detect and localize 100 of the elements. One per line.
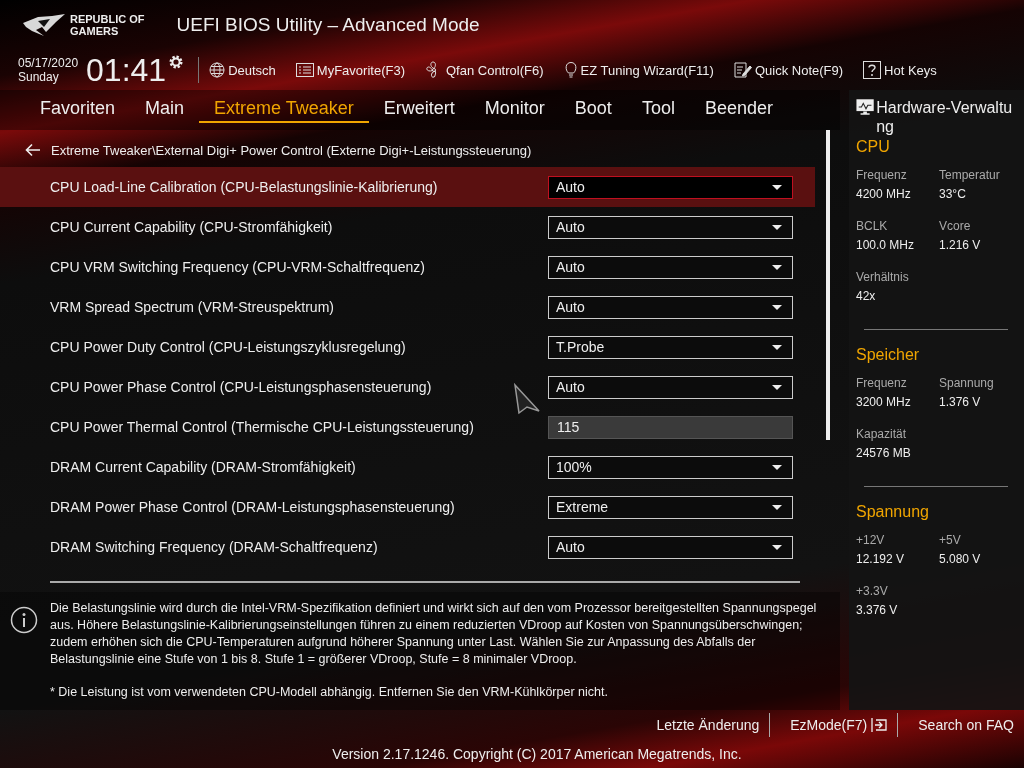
dropdown-field[interactable]: Auto bbox=[548, 535, 793, 559]
dropdown-field[interactable]: Auto bbox=[548, 375, 793, 399]
sensor-label: Frequenz bbox=[856, 168, 908, 182]
section-title: Spannung bbox=[856, 503, 930, 521]
setting-label: CPU Power Thermal Control (Thermische CPU-Leistungssteuerung) bbox=[50, 419, 474, 435]
setting-row[interactable]: CPU Power Phase Control (CPU-Leistungsphasensteuerung) Auto bbox=[0, 367, 815, 407]
scrollbar[interactable] bbox=[826, 130, 830, 440]
footer-link[interactable]: Letzte Änderung bbox=[636, 717, 770, 733]
toolbar-button[interactable]: EZ Tuning Wizard(F11) bbox=[563, 61, 714, 79]
exit-icon bbox=[871, 717, 888, 733]
setting-label: CPU Power Phase Control (CPU-Leistungsphasensteuerung) bbox=[50, 379, 432, 395]
setting-row[interactable]: DRAM Power Phase Control (DRAM-Leistungsphasensteuerung) Extreme bbox=[0, 487, 815, 527]
menu-tab[interactable]: Boot bbox=[559, 97, 627, 123]
sensor-value: 1.216 V bbox=[939, 238, 982, 252]
dropdown-field[interactable]: Auto bbox=[548, 295, 793, 319]
sensor-label: Verhältnis bbox=[856, 270, 910, 284]
sensor-value: 3200 MHz bbox=[856, 395, 912, 409]
caret-icon bbox=[772, 184, 782, 190]
footer-link[interactable]: Search on FAQ bbox=[898, 717, 1024, 733]
sensor-value: 4200 MHz bbox=[856, 187, 912, 201]
caret-icon bbox=[772, 304, 782, 310]
caret-icon bbox=[772, 464, 782, 470]
setting-row[interactable]: CPU Power Duty Control (CPU-Leistungszyklusregelung) T.Probe bbox=[0, 327, 815, 367]
menu-tab[interactable]: Beender bbox=[689, 97, 788, 123]
sensor-label: Kapazität bbox=[856, 427, 908, 441]
sensor-value: 1.376 V bbox=[939, 395, 982, 409]
toolbar-button[interactable]: MyFavorite(F3) bbox=[295, 62, 405, 78]
setting-row[interactable]: CPU Power Thermal Control (Thermische CPU-Leistungssteuerung) 115 bbox=[0, 407, 815, 447]
sensor-label: Frequenz bbox=[856, 376, 908, 390]
menu-tab[interactable]: Erweitert bbox=[368, 97, 470, 123]
sensor-label: BCLK bbox=[856, 219, 889, 233]
setting-label: DRAM Switching Frequency (DRAM-Schaltfrequenz) bbox=[50, 539, 378, 555]
section-title: Speicher bbox=[856, 346, 921, 364]
number-field[interactable]: 115 bbox=[548, 415, 793, 439]
sensor-label: +5V bbox=[939, 533, 962, 547]
section-title: CPU bbox=[856, 138, 891, 156]
toolbar-button[interactable]: Quick Note(F9) bbox=[733, 62, 844, 78]
caret-icon bbox=[772, 544, 782, 550]
setting-row[interactable]: DRAM Current Capability (DRAM-Stromfähigkeit) 100% bbox=[0, 447, 815, 487]
dropdown-field[interactable]: Auto bbox=[548, 215, 793, 239]
sensor-value: 3.376 V bbox=[856, 603, 899, 617]
setting-label: CPU Current Capability (CPU-Stromfähigkeit) bbox=[50, 219, 333, 235]
menu-tab[interactable]: Extreme Tweaker bbox=[199, 97, 369, 123]
menu-tab[interactable]: Monitor bbox=[469, 97, 560, 123]
sensor-label: +3.3V bbox=[856, 584, 889, 598]
settings-icon[interactable] bbox=[168, 54, 185, 70]
panel-title: Hardware-Verwaltung bbox=[876, 98, 1014, 136]
dropdown-field[interactable]: Auto bbox=[548, 255, 793, 279]
list-icon bbox=[295, 63, 314, 77]
globe-icon bbox=[209, 62, 226, 78]
sensor-value: 100.0 MHz bbox=[856, 238, 916, 252]
sensor-value: 12.192 V bbox=[856, 552, 906, 566]
dropdown-field[interactable]: Auto bbox=[548, 175, 793, 199]
menu-tab[interactable]: Main bbox=[130, 97, 200, 123]
monitor-icon bbox=[856, 98, 875, 116]
dropdown-field[interactable]: T.Probe bbox=[548, 335, 793, 359]
sensor-value: 33°C bbox=[939, 187, 967, 201]
light-bulb-icon bbox=[563, 61, 578, 79]
menu-tab[interactable]: Favoriten bbox=[25, 97, 131, 123]
menu-tab[interactable]: Tool bbox=[626, 97, 690, 123]
caret-icon bbox=[772, 224, 782, 230]
brand-text: GAMERS bbox=[70, 25, 120, 37]
breadcrumb-path: Extreme Tweaker\External Digi+ Power Control (Externe Digi+-Leistungssteuerung) bbox=[51, 142, 532, 158]
setting-label: CPU Power Duty Control (CPU-Leistungszyklusregelung) bbox=[50, 339, 406, 355]
help-description: Die Belastungslinie wird durch die Intel-VRM-Spezifikation definiert und wirkt sich auf den vom Prozessor bereitgestellten Spannungspegel aus. Höhere Belastungslinie-Kalibrierungseinstellungen führen zu einem reduzierten VDroop auf Kosten von Spannungsüberschwingen; zudem erhöhen sich die CPU-Temperaturen aufgrund höherer Spannung unter Last. Wählen Sie zur Anpassung des Abfalls der Belastungslinie eine Stufe von 1 bis 8. Stufe 1 = größerer VDroop, Stufe = 8 minimaler VDroop. bbox=[50, 600, 818, 668]
question-icon bbox=[863, 61, 882, 79]
setting-row[interactable]: VRM Spread Spectrum (VRM-Streuspektrum) Auto bbox=[0, 287, 815, 327]
sensor-label: Temperatur bbox=[939, 168, 1001, 182]
setting-label: DRAM Current Capability (DRAM-Stromfähigkeit) bbox=[50, 459, 356, 475]
setting-row[interactable]: CPU VRM Switching Frequency (CPU-VRM-Schaltfrequenz) Auto bbox=[0, 247, 815, 287]
sensor-value: 5.080 V bbox=[939, 552, 982, 566]
dropdown-field[interactable]: Extreme bbox=[548, 495, 793, 519]
caret-icon bbox=[772, 344, 782, 350]
sensor-value: 42x bbox=[856, 289, 877, 303]
toolbar-button[interactable]: Hot Keys bbox=[863, 61, 937, 79]
setting-row[interactable]: DRAM Switching Frequency (DRAM-Schaltfrequenz) Auto bbox=[0, 527, 815, 567]
setting-row[interactable]: CPU Current Capability (CPU-Stromfähigkeit) Auto bbox=[0, 207, 815, 247]
setting-row[interactable]: CPU Load-Line Calibration (CPU-Belastungslinie-Kalibrierung) Auto bbox=[0, 167, 815, 207]
sensor-label: Spannung bbox=[939, 376, 995, 390]
setting-label: CPU Load-Line Calibration (CPU-Belastungslinie-Kalibrierung) bbox=[50, 179, 438, 195]
setting-label: CPU VRM Switching Frequency (CPU-VRM-Schaltfrequenz) bbox=[50, 259, 425, 275]
clock-time: 01:41 bbox=[86, 51, 167, 89]
sensor-value: 24576 MB bbox=[856, 446, 912, 460]
dropdown-field[interactable]: 100% bbox=[548, 455, 793, 479]
sensor-label: Vcore bbox=[939, 219, 972, 233]
caret-icon bbox=[772, 264, 782, 270]
caret-icon bbox=[772, 384, 782, 390]
day-text: Sunday bbox=[18, 70, 60, 84]
back-arrow-icon[interactable] bbox=[25, 143, 41, 157]
brand-text: REPUBLIC OF bbox=[70, 13, 145, 25]
caret-icon bbox=[772, 504, 782, 510]
rog-logo-icon bbox=[22, 13, 66, 37]
mouse-cursor-icon bbox=[513, 383, 541, 415]
info-icon bbox=[10, 606, 38, 634]
toolbar-button[interactable]: Qfan Control(F6) bbox=[424, 61, 544, 79]
help-note: * Die Leistung ist vom verwendeten CPU-Modell abhängig. Entfernen Sie den VRM-Kühlkörper nicht. bbox=[50, 684, 609, 701]
toolbar-button[interactable]: Deutsch bbox=[209, 62, 276, 78]
setting-label: VRM Spread Spectrum (VRM-Streuspektrum) bbox=[50, 299, 334, 315]
date-text: 05/17/2020 bbox=[18, 56, 79, 70]
footer-link[interactable]: EzMode(F7) bbox=[770, 717, 898, 733]
